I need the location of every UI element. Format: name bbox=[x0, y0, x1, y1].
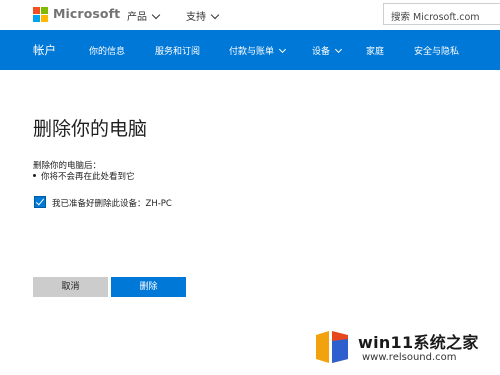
account-nav-devices[interactable]: 设备 bbox=[312, 44, 343, 57]
nav-products[interactable]: 产品 bbox=[127, 8, 161, 23]
logo-square-red bbox=[33, 7, 40, 14]
nav-products-label: 产品 bbox=[127, 12, 147, 23]
top-header: Microsoft 产品 支持 搜索 Microsoft.com bbox=[0, 0, 500, 30]
logo-square-green bbox=[41, 7, 48, 14]
search-input[interactable]: 搜索 Microsoft.com bbox=[383, 3, 500, 25]
bullet-text: 你将不会再在此处看到它 bbox=[41, 172, 135, 182]
watermark: win11系统之家 www.relsound.com bbox=[310, 327, 500, 372]
account-nav-bar: 帐户 你的信息 服务和订阅 付款与账单 设备 家庭 安全与隐私 bbox=[0, 30, 500, 70]
chevron-down-icon bbox=[334, 45, 343, 54]
account-nav-label: 安全与隐私 bbox=[414, 47, 460, 57]
logo-square-yellow bbox=[41, 15, 48, 22]
logo-square-blue bbox=[33, 15, 40, 22]
chevron-down-icon bbox=[278, 45, 287, 54]
account-nav-payment[interactable]: 付款与账单 bbox=[229, 44, 287, 57]
account-title[interactable]: 帐户 bbox=[33, 42, 56, 58]
account-nav-label: 设备 bbox=[312, 47, 331, 57]
account-nav-services[interactable]: 服务和订阅 bbox=[155, 44, 200, 57]
search-text: 搜索 Microsoft.com bbox=[391, 12, 480, 23]
delete-button[interactable]: 删除 bbox=[111, 277, 186, 297]
account-nav-your-info[interactable]: 你的信息 bbox=[89, 44, 125, 57]
account-nav-label: 服务和订阅 bbox=[155, 47, 201, 57]
nav-support-label: 支持 bbox=[186, 12, 206, 23]
microsoft-logo-icon[interactable] bbox=[33, 7, 48, 22]
account-nav-security[interactable]: 安全与隐私 bbox=[414, 44, 459, 57]
watermark-logo-icon bbox=[316, 331, 348, 363]
confirm-label[interactable]: 我已准备好删除此设备：ZH-PC bbox=[52, 197, 172, 209]
bullet-icon bbox=[33, 174, 36, 177]
cancel-button[interactable]: 取消 bbox=[33, 277, 108, 297]
watermark-title: win11系统之家 bbox=[358, 333, 479, 352]
account-nav-family[interactable]: 家庭 bbox=[366, 44, 384, 57]
chevron-down-icon bbox=[210, 10, 220, 20]
watermark-url: www.relsound.com bbox=[362, 352, 457, 363]
chevron-down-icon bbox=[151, 10, 161, 20]
logo-text[interactable]: Microsoft bbox=[53, 6, 120, 21]
bullet-item: 你将不会再在此处看到它 bbox=[33, 170, 135, 182]
page-title: 删除你的电脑 bbox=[33, 118, 148, 140]
account-nav-label: 家庭 bbox=[366, 47, 385, 57]
nav-support[interactable]: 支持 bbox=[186, 8, 220, 23]
confirm-checkbox[interactable] bbox=[34, 196, 46, 208]
account-nav-label: 付款与账单 bbox=[229, 47, 275, 57]
account-nav-label: 你的信息 bbox=[89, 47, 126, 57]
